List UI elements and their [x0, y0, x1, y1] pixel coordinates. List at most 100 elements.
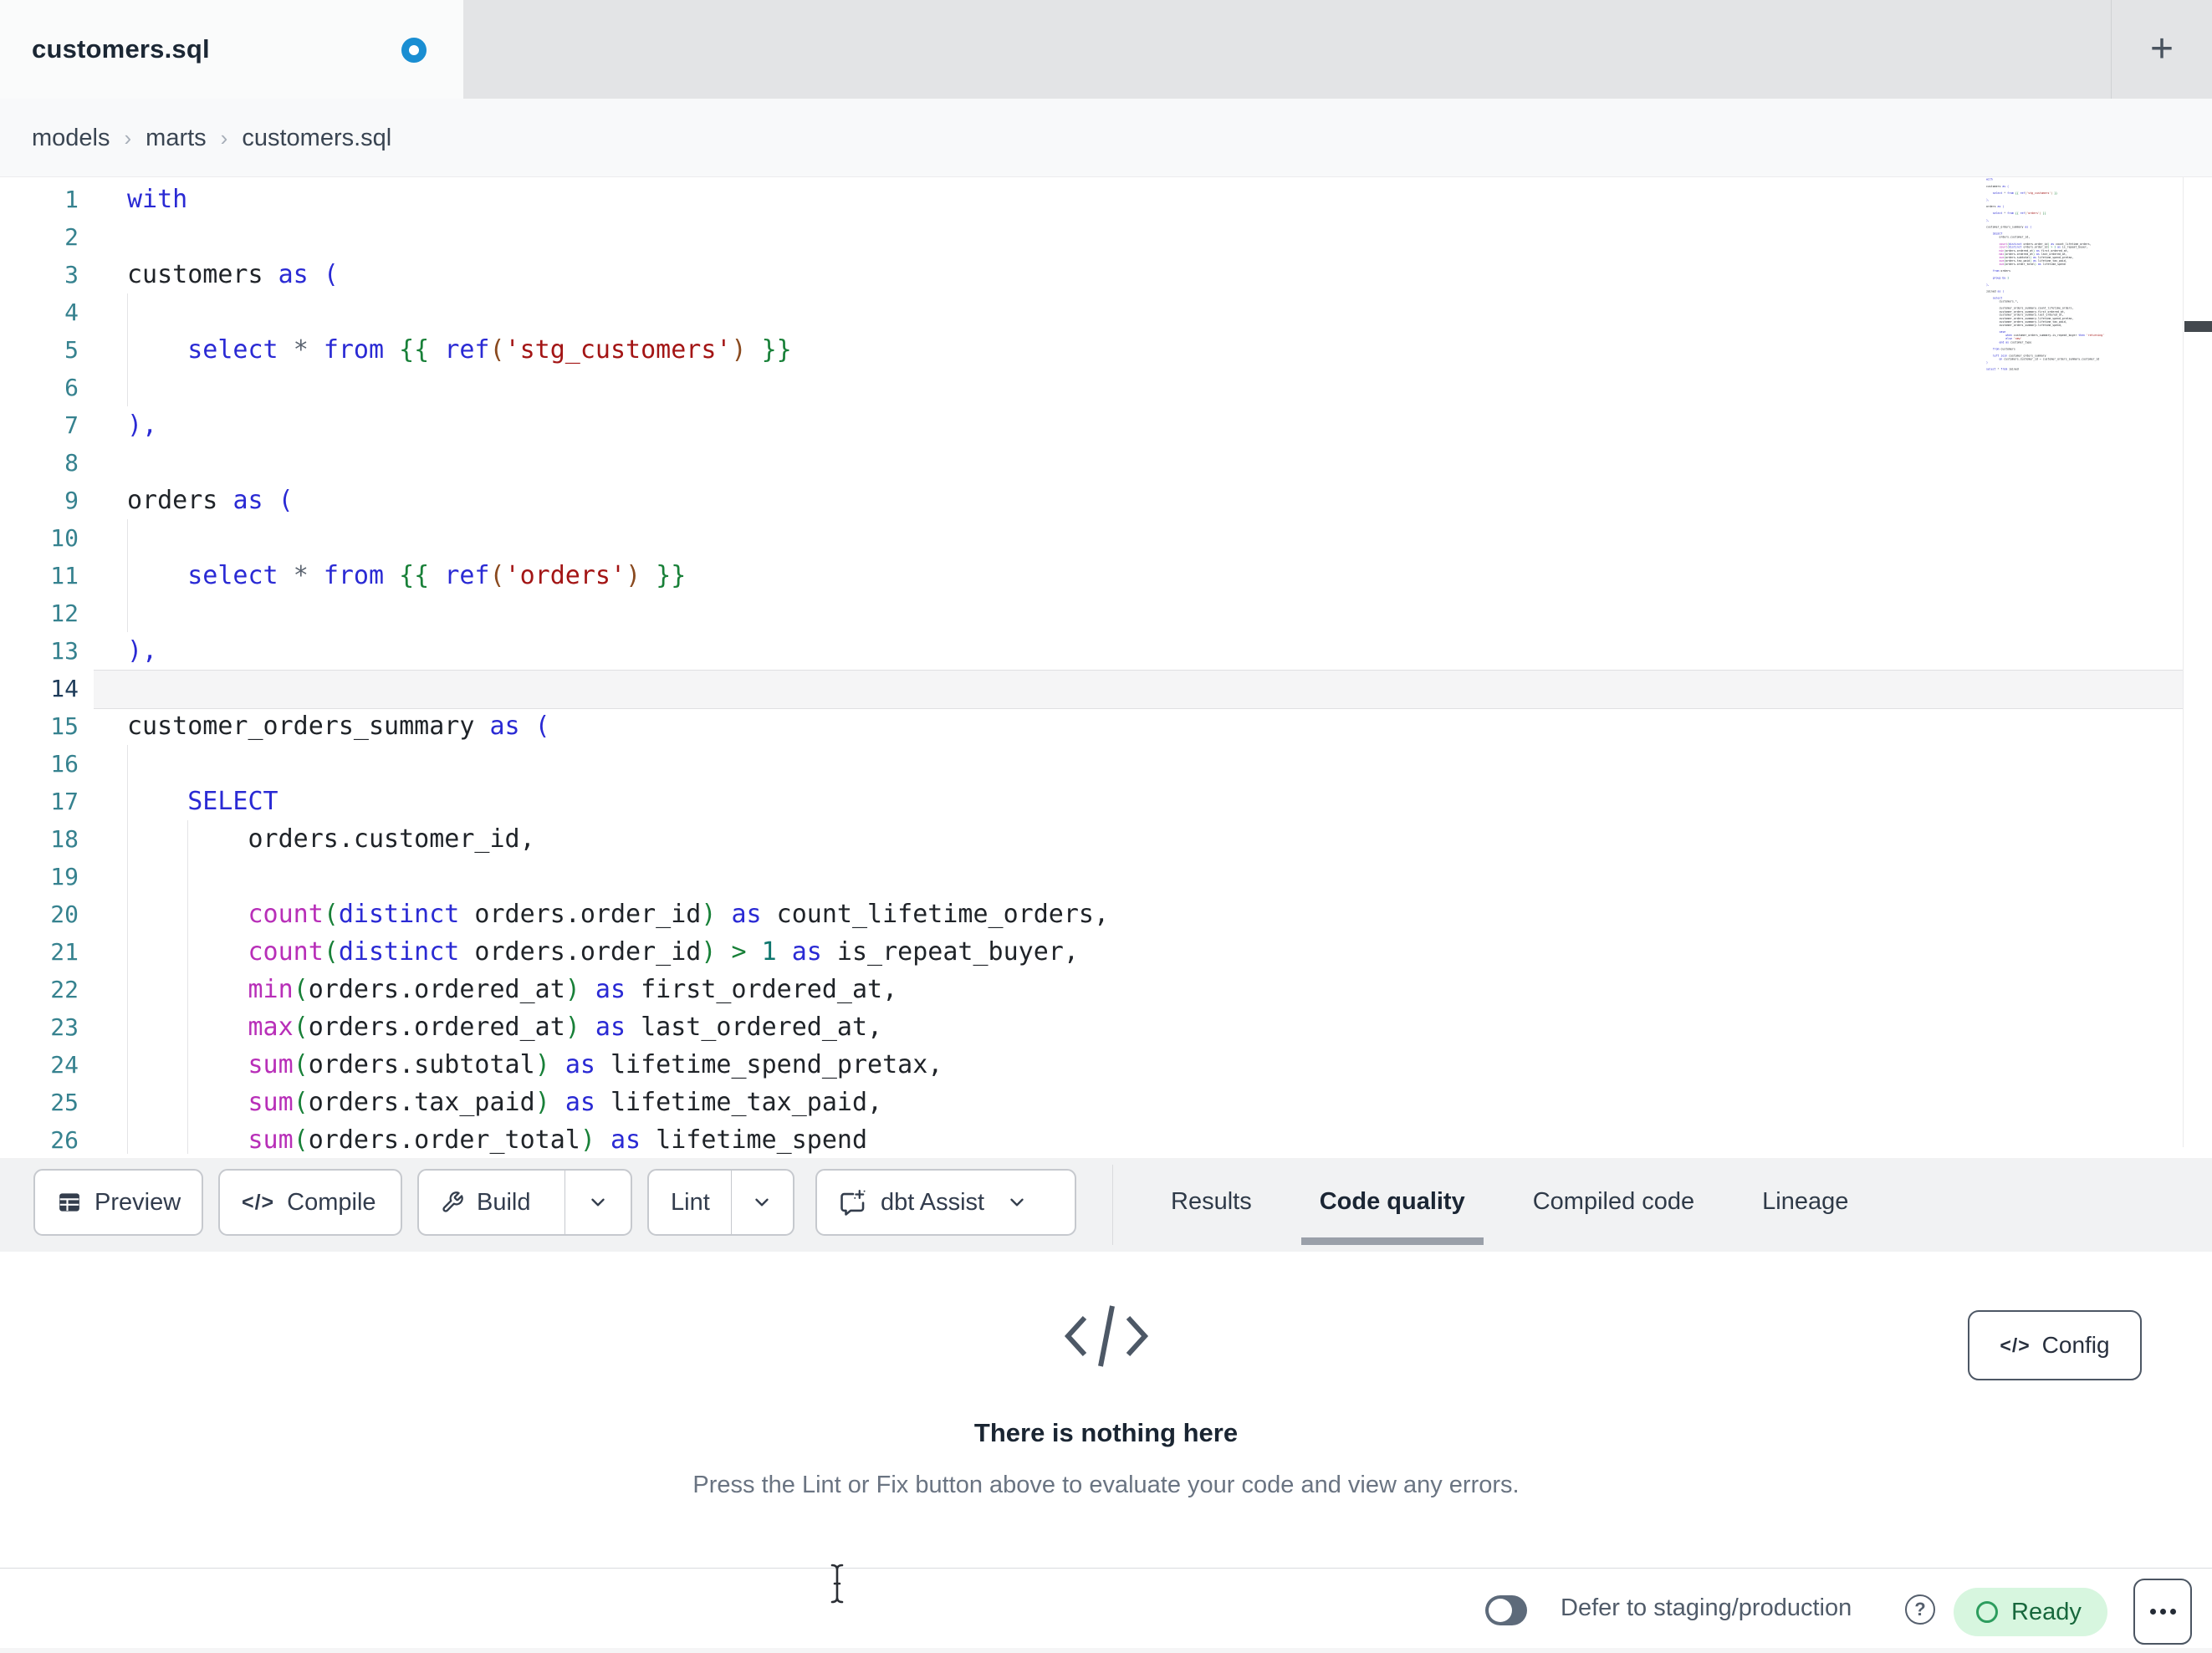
code-line[interactable]: with [127, 181, 1109, 218]
scrollbar-thumb[interactable] [2184, 321, 2212, 332]
tab-results[interactable]: Results [1152, 1158, 1270, 1245]
tab-bar-divider [2111, 0, 2112, 99]
panel-tabs: Results Code quality Compiled code Linea… [1152, 1158, 1867, 1245]
code-lines: with customers as ( select * from {{ ref… [127, 181, 1109, 1159]
empty-state-subtitle: Press the Lint or Fix button above to ev… [692, 1472, 1520, 1498]
code-line[interactable]: customers as ( [127, 256, 1109, 293]
code-line[interactable] [127, 519, 1109, 557]
chevron-down-icon [591, 1198, 605, 1207]
wrench-icon [442, 1191, 463, 1212]
bottom-panel-bar: Preview </> Compile Build Lint dbt Assis… [0, 1158, 2212, 1252]
ready-status-badge[interactable]: Ready [1954, 1588, 2107, 1636]
code-line[interactable]: select * from {{ ref('orders') }} [127, 557, 1109, 594]
code-line[interactable] [127, 369, 1109, 406]
indent-guide [127, 745, 128, 1154]
gutter: 1 2 3 4 5 6 7 8 9 10 11 12 13 14 15 16 17 18 19 20 21 22 23 24 2… [0, 181, 79, 1159]
dot [2159, 1609, 2166, 1615]
code-line[interactable] [127, 670, 1109, 707]
code-line[interactable] [127, 745, 1109, 783]
dbt-assist-button[interactable]: dbt Assist [815, 1169, 1076, 1236]
code-slash-icon [1064, 1305, 1148, 1367]
indent-guide [187, 820, 188, 1154]
compile-button[interactable]: </> Compile [218, 1169, 402, 1236]
line-number: 22 [50, 976, 79, 1003]
toolbar-tabs-divider [1112, 1165, 1113, 1245]
breadcrumb-separator: › [220, 125, 228, 151]
config-button-label: Config [2041, 1332, 2110, 1358]
code-line[interactable]: orders.customer_id, [127, 820, 1109, 858]
breadcrumb-item-marts[interactable]: marts [146, 125, 207, 152]
breadcrumb-item-models[interactable]: models [32, 125, 110, 152]
code-line[interactable]: ), [127, 632, 1109, 670]
code-editor[interactable]: 1 2 3 4 5 6 7 8 9 10 11 12 13 14 15 16 17 18 19 20 21 22 23 24 2… [0, 177, 2212, 1335]
code-line[interactable]: select * from {{ ref('stg_customers') }} [127, 331, 1109, 369]
line-number: 21 [50, 938, 79, 966]
breadcrumb: models › marts › customers.sql [32, 99, 391, 177]
scrollbar-track[interactable] [2183, 177, 2184, 1147]
preview-button-label: Preview [95, 1188, 181, 1216]
line-number: 26 [50, 1126, 79, 1154]
line-number: 8 [64, 449, 79, 477]
minimap-content: with customers as ( select * from {{ ref… [1986, 178, 2105, 371]
help-icon[interactable]: ? [1905, 1594, 1935, 1625]
ready-status-label: Ready [2011, 1598, 2082, 1625]
code-line[interactable]: orders as ( [127, 482, 1109, 519]
code-line[interactable] [127, 293, 1109, 331]
code-line[interactable]: sum(orders.tax_paid) as lifetime_tax_pai… [127, 1084, 1109, 1121]
indent-guide [127, 293, 128, 406]
dot [2169, 1609, 2176, 1615]
more-options-button[interactable] [2133, 1579, 2192, 1645]
line-number: 3 [64, 261, 79, 288]
file-tab[interactable]: customers.sql [0, 0, 463, 99]
lint-button[interactable]: Lint [649, 1171, 731, 1234]
dbt-assist-button-label: dbt Assist [881, 1188, 985, 1216]
code-line[interactable]: count(distinct orders.order_id) > 1 as i… [127, 933, 1109, 971]
build-button[interactable]: Build [419, 1171, 564, 1234]
lint-dropdown-button[interactable] [732, 1171, 793, 1234]
line-number: 17 [50, 788, 79, 815]
line-number: 9 [64, 487, 79, 514]
line-number: 15 [50, 712, 79, 740]
tab-code-quality[interactable]: Code quality [1300, 1158, 1484, 1245]
code-line[interactable] [127, 594, 1109, 632]
code-line[interactable]: ), [127, 406, 1109, 444]
code-icon: </> [242, 1190, 275, 1214]
code-line[interactable] [127, 444, 1109, 482]
tab-compiled-code[interactable]: Compiled code [1515, 1158, 1713, 1245]
code-line[interactable] [127, 218, 1109, 256]
tab-bar: customers.sql + [0, 0, 2212, 99]
line-number: 25 [50, 1089, 79, 1116]
defer-toggle[interactable] [1485, 1595, 1527, 1625]
chevron-down-icon [755, 1198, 769, 1207]
new-tab-button[interactable]: + [2138, 23, 2186, 74]
code-quality-panel: There is nothing here Press the Lint or … [0, 1252, 2212, 1568]
minimap[interactable]: with customers as ( select * from {{ ref… [1986, 178, 2113, 380]
code-icon: </> [2000, 1334, 2031, 1356]
breadcrumb-row: models › marts › customers.sql Save [0, 99, 2212, 269]
indent-guide [127, 519, 128, 632]
code-line[interactable]: min(orders.ordered_at) as first_ordered_… [127, 971, 1109, 1008]
tab-lineage[interactable]: Lineage [1744, 1158, 1867, 1245]
code-line[interactable]: sum(orders.subtotal) as lifetime_spend_p… [127, 1046, 1109, 1084]
code-line[interactable] [127, 858, 1109, 895]
breadcrumb-separator: › [124, 125, 132, 151]
line-number: 16 [50, 750, 79, 778]
line-number: 20 [50, 900, 79, 928]
config-button[interactable]: </> Config [1968, 1310, 2142, 1380]
status-bar: Defer to staging/production ? Ready [0, 1568, 2212, 1649]
build-dropdown-button[interactable] [565, 1171, 631, 1234]
code-line[interactable]: SELECT [127, 783, 1109, 820]
line-number: 2 [64, 223, 79, 251]
code-line[interactable]: sum(orders.order_total) as lifetime_spen… [127, 1121, 1109, 1159]
tab-label: Code quality [1319, 1187, 1465, 1215]
window-bottom-edge [0, 1648, 2212, 1653]
build-split-button: Build [417, 1169, 632, 1236]
code-line[interactable]: count(distinct orders.order_id) as count… [127, 895, 1110, 933]
unsaved-indicator-dot [401, 38, 427, 63]
chevron-down-icon [1010, 1198, 1024, 1207]
tab-label: Results [1171, 1187, 1252, 1215]
line-number: 6 [64, 374, 79, 401]
preview-button[interactable]: Preview [33, 1169, 203, 1236]
code-line[interactable]: max(orders.ordered_at) as last_ordered_a… [127, 1008, 1109, 1046]
code-line[interactable]: customer_orders_summary as ( [127, 707, 1109, 745]
